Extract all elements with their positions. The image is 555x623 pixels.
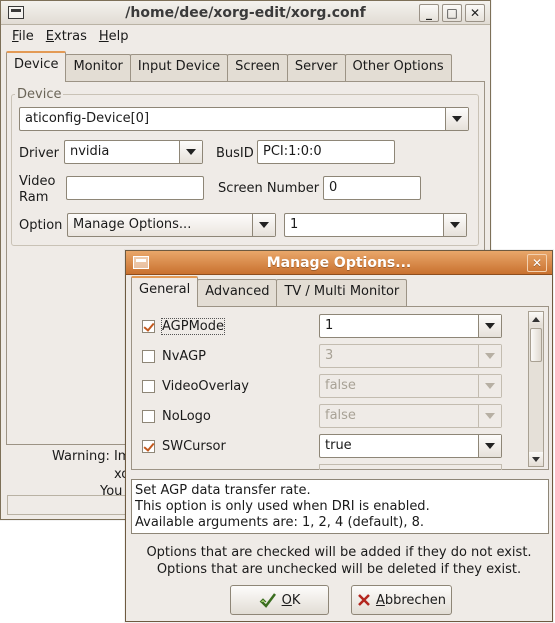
- dialog-close-button[interactable]: ✕: [527, 254, 547, 272]
- chevron-down-icon: [478, 435, 501, 457]
- info-text: Options that are checked will be added i…: [126, 544, 552, 578]
- agpmode-checkbox[interactable]: [142, 320, 155, 333]
- tab-server[interactable]: Server: [286, 54, 346, 82]
- screen-number-label: Screen Number: [218, 181, 320, 196]
- scrollbar-thumb[interactable]: [530, 328, 542, 362]
- cancel-x-icon: [358, 594, 370, 606]
- options-scrollbar[interactable]: [528, 311, 544, 467]
- tab-monitor[interactable]: Monitor: [65, 54, 131, 82]
- dialog-tabs: General Advanced TV / Multi Monitor: [131, 276, 408, 307]
- option-row-nvagp[interactable]: NvAGP: [142, 349, 206, 364]
- videooverlay-value: false: [325, 378, 356, 393]
- swcursor-label: SWCursor: [162, 439, 226, 454]
- videooverlay-label: VideoOverlay: [162, 379, 249, 394]
- description-line: This option is only used when DRI is ena…: [135, 499, 430, 514]
- tab-screen[interactable]: Screen: [227, 54, 288, 82]
- info-text-line1: Options that are checked will be added i…: [146, 545, 532, 560]
- tab-device[interactable]: Device: [6, 51, 67, 82]
- maximize-button[interactable]: □: [442, 4, 462, 22]
- device-select-value: aticonfig-Device[0]: [25, 111, 150, 126]
- videoram-field[interactable]: [66, 176, 204, 200]
- agpmode-value-select[interactable]: 1: [319, 314, 502, 338]
- option-row-nologo[interactable]: NoLogo: [142, 409, 211, 424]
- option-value-select[interactable]: 1: [284, 213, 467, 237]
- option-row-videooverlay[interactable]: VideoOverlay: [142, 379, 249, 394]
- chevron-down-icon: [478, 375, 501, 397]
- menubar: File Extras Help: [2, 26, 489, 48]
- cancel-label: Abbrechen: [375, 592, 447, 608]
- chevron-down-icon: [252, 214, 275, 236]
- scroll-down-icon[interactable]: [529, 452, 543, 466]
- partial-next-row: [319, 464, 502, 470]
- option-select-value: Manage Options...: [73, 217, 192, 232]
- videoram-label-line2: Ram: [19, 190, 49, 205]
- ok-label: OK: [281, 592, 301, 608]
- agpmode-value: 1: [325, 318, 334, 333]
- driver-select-value: nvidia: [70, 144, 110, 159]
- nvagp-value-select: 3: [319, 344, 502, 368]
- swcursor-value-select[interactable]: true: [319, 434, 502, 458]
- chevron-down-icon: [179, 141, 202, 163]
- chevron-down-icon: [478, 405, 501, 427]
- swcursor-value: true: [325, 438, 352, 453]
- videoram-label-line1: Video: [19, 174, 56, 189]
- nologo-value-select: false: [319, 404, 502, 428]
- videooverlay-checkbox[interactable]: [142, 380, 155, 393]
- nologo-label: NoLogo: [162, 409, 211, 424]
- nvagp-value: 3: [325, 348, 334, 363]
- ok-button[interactable]: OK: [230, 585, 329, 615]
- general-tab-panel: AGPMode 1 NvAGP 3 VideoOverlay false NoL…: [131, 306, 549, 470]
- window-menu-icon[interactable]: [133, 256, 149, 269]
- cancel-button[interactable]: Abbrechen: [351, 585, 452, 615]
- tab-other-options[interactable]: Other Options: [344, 54, 452, 82]
- manage-options-dialog: Manage Options... ✕ General Advanced TV …: [125, 250, 553, 622]
- option-value-select-value: 1: [290, 217, 299, 232]
- tab-general[interactable]: General: [131, 276, 199, 307]
- tab-input-device[interactable]: Input Device: [129, 54, 229, 82]
- agpmode-label: AGPMode: [161, 318, 225, 335]
- dialog-title: Manage Options...: [266, 254, 412, 271]
- description-line: Set AGP data transfer rate.: [135, 483, 311, 498]
- swcursor-checkbox[interactable]: [142, 440, 155, 453]
- busid-field[interactable]: PCI:1:0:0: [257, 140, 395, 164]
- nologo-checkbox[interactable]: [142, 410, 155, 423]
- chevron-down-icon: [478, 315, 501, 337]
- menu-extras[interactable]: Extras: [40, 26, 93, 48]
- warning-text-line1: Warning: Im: [52, 449, 131, 464]
- nvagp-checkbox[interactable]: [142, 350, 155, 363]
- dialog-titlebar[interactable]: Manage Options... ✕: [126, 251, 552, 275]
- videooverlay-value-select: false: [319, 374, 502, 398]
- tab-advanced[interactable]: Advanced: [197, 279, 278, 307]
- menu-file[interactable]: File: [6, 26, 40, 48]
- chevron-down-icon: [445, 108, 468, 130]
- description-line: Available arguments are: 1, 2, 4 (defaul…: [135, 515, 425, 530]
- minimize-button[interactable]: _: [419, 4, 439, 22]
- chevron-down-icon: [478, 345, 501, 367]
- tab-tv-multi-monitor[interactable]: TV / Multi Monitor: [276, 279, 408, 307]
- main-window-title: /home/dee/xorg-edit/xorg.conf: [125, 4, 366, 21]
- close-button[interactable]: ✕: [465, 4, 485, 22]
- screen-number-field[interactable]: 0: [323, 176, 421, 200]
- menu-help[interactable]: Help: [93, 26, 135, 48]
- driver-label: Driver: [19, 146, 60, 161]
- option-label: Option: [19, 218, 63, 233]
- window-menu-icon[interactable]: [8, 6, 24, 19]
- main-titlebar[interactable]: /home/dee/xorg-edit/xorg.conf _ □ ✕: [1, 1, 490, 25]
- driver-select[interactable]: nvidia: [64, 140, 203, 164]
- scroll-up-icon[interactable]: [529, 312, 543, 326]
- busid-label: BusID: [216, 146, 254, 161]
- ok-icon: [259, 593, 276, 608]
- option-description: Set AGP data transfer rate. This option …: [131, 479, 549, 534]
- main-tabs: Device Monitor Input Device Screen Serve…: [6, 51, 452, 82]
- option-row-swcursor[interactable]: SWCursor: [142, 439, 226, 454]
- nologo-value: false: [325, 408, 356, 423]
- option-row-agpmode[interactable]: AGPMode: [142, 318, 225, 335]
- device-select[interactable]: aticonfig-Device[0]: [19, 107, 469, 131]
- device-group-label: Device: [15, 87, 64, 102]
- chevron-down-icon: [443, 214, 466, 236]
- info-text-line2: Options that are unchecked will be delet…: [156, 562, 522, 577]
- nvagp-label: NvAGP: [162, 349, 206, 364]
- option-select[interactable]: Manage Options...: [67, 213, 276, 237]
